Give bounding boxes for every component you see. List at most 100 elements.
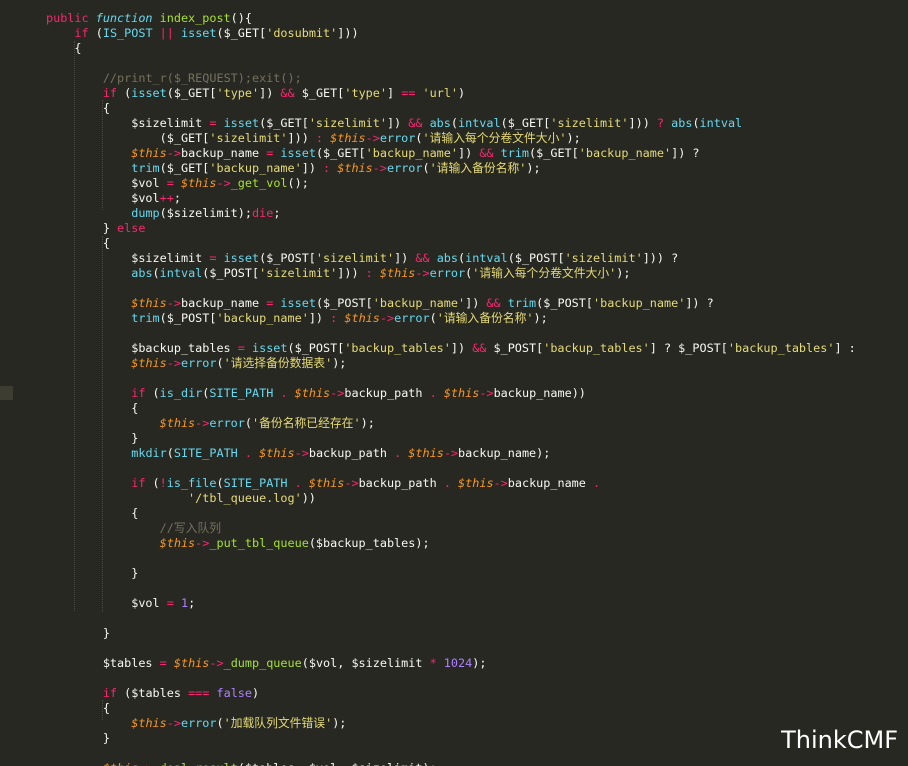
code-line[interactable]: if (!is_file(SITE_PATH . $this->backup_p… xyxy=(46,476,856,491)
code-line[interactable] xyxy=(46,581,856,596)
code-line[interactable]: if (isset($_GET['type']) && $_GET['type'… xyxy=(46,86,856,101)
code-token: dump xyxy=(131,206,160,220)
code-line[interactable] xyxy=(46,671,856,686)
code-line[interactable]: trim($_POST['backup_name']) : $this->err… xyxy=(46,311,856,326)
code-line[interactable]: { xyxy=(46,101,856,116)
code-line[interactable] xyxy=(46,611,856,626)
code-token: { xyxy=(46,236,110,250)
code-token: )) xyxy=(301,491,316,505)
code-token: ; xyxy=(273,206,281,220)
code-token: $sizelimit xyxy=(46,251,210,265)
code-token: die xyxy=(252,206,274,220)
code-line[interactable] xyxy=(46,641,856,656)
code-line[interactable]: $this->error('备份名称已经存在'); xyxy=(46,416,856,431)
code-line[interactable]: dump($sizelimit);die; xyxy=(46,206,856,221)
code-content[interactable]: public function index_post(){ if (IS_POS… xyxy=(46,11,856,766)
code-line[interactable]: $this->_put_tbl_queue($backup_tables); xyxy=(46,536,856,551)
code-line[interactable]: } else xyxy=(46,221,856,236)
code-line[interactable] xyxy=(46,56,856,71)
code-line[interactable]: ($_GET['sizelimit'])) : $this->error('请输… xyxy=(46,131,856,146)
code-token: '请输入每个分卷文件大小' xyxy=(472,266,617,280)
code-line[interactable]: '/tbl_queue.log')) xyxy=(46,491,856,506)
code-line[interactable]: abs(intval($_POST['sizelimit'])) : $this… xyxy=(46,266,856,281)
code-token: intval xyxy=(699,116,743,130)
code-line[interactable] xyxy=(46,281,856,296)
code-token: $this xyxy=(173,656,210,670)
code-editor[interactable]: public function index_post(){ if (IS_POS… xyxy=(0,0,908,766)
code-line[interactable]: { xyxy=(46,401,856,416)
code-token: SITE_PATH xyxy=(223,476,295,490)
code-line[interactable]: { xyxy=(46,41,856,56)
code-token: error xyxy=(394,311,430,325)
code-line[interactable]: } xyxy=(46,626,856,641)
code-line[interactable]: if (is_dir(SITE_PATH . $this->backup_pat… xyxy=(46,386,856,401)
code-token: = xyxy=(209,116,224,130)
code-line[interactable]: $sizelimit = isset($_POST['sizelimit']) … xyxy=(46,251,856,266)
code-line[interactable]: $this->_deal_result($tables, $vol, $size… xyxy=(46,761,856,766)
code-token: -> xyxy=(166,356,181,370)
code-line[interactable] xyxy=(46,551,856,566)
code-token: ( xyxy=(429,311,437,325)
code-line[interactable]: { xyxy=(46,236,856,251)
code-token: ( xyxy=(422,161,430,175)
code-line[interactable]: $this->backup_name = isset($_POST['backu… xyxy=(46,296,856,311)
code-line[interactable]: $sizelimit = isset($_GET['sizelimit']) &… xyxy=(46,116,856,131)
code-token: ]) xyxy=(259,86,281,100)
code-token: : xyxy=(330,311,345,325)
code-token: $this xyxy=(294,386,331,400)
code-token: = xyxy=(266,146,281,160)
code-line[interactable]: mkdir(SITE_PATH . $this->backup_path . $… xyxy=(46,446,856,461)
code-token: '请选择备份数据表' xyxy=(223,356,333,370)
code-line[interactable]: $vol = $this->_get_vol(); xyxy=(46,176,856,191)
editor-gutter[interactable] xyxy=(0,0,14,766)
code-line[interactable]: //print_r($_REQUEST);exit(); xyxy=(46,71,856,86)
code-token: 'backup_name' xyxy=(365,146,458,160)
code-line[interactable]: $backup_tables = isset($_POST['backup_ta… xyxy=(46,341,856,356)
code-line[interactable]: $this->backup_name = isset($_GET['backup… xyxy=(46,146,856,161)
code-token: ]) xyxy=(458,146,480,160)
code-token: ($_GET[ xyxy=(166,86,217,100)
code-token: . xyxy=(280,386,295,400)
code-line[interactable]: $tables = $this->_dump_queue($vol, $size… xyxy=(46,656,856,671)
code-line[interactable]: $vol++; xyxy=(46,191,856,206)
code-line[interactable]: { xyxy=(46,701,856,716)
code-token: error xyxy=(180,356,217,370)
code-token: (); xyxy=(287,176,309,190)
code-line[interactable] xyxy=(46,461,856,476)
code-line[interactable]: if (IS_POST || isset($_GET['dosubmit'])) xyxy=(46,26,856,41)
code-line[interactable]: //写入队列 xyxy=(46,521,856,536)
watermark-text: ThinkCMF xyxy=(781,726,898,754)
code-token: === xyxy=(188,686,217,700)
code-token: ! xyxy=(159,476,167,490)
code-token: intval xyxy=(159,266,203,280)
code-line[interactable]: if ($tables === false) xyxy=(46,686,856,701)
code-token: $this xyxy=(131,356,167,370)
code-line[interactable]: } xyxy=(46,731,856,746)
code-line[interactable]: } xyxy=(46,431,856,446)
code-line[interactable] xyxy=(46,371,856,386)
code-token: 'sizelimit' xyxy=(550,116,629,130)
code-token: . xyxy=(394,446,409,460)
code-line[interactable]: public function index_post(){ xyxy=(46,11,856,26)
code-line[interactable]: { xyxy=(46,506,856,521)
code-line[interactable]: trim($_GET['backup_name']) : $this->erro… xyxy=(46,161,856,176)
code-line[interactable] xyxy=(46,746,856,761)
code-token: ($_GET[ xyxy=(529,146,579,160)
code-token: ] xyxy=(386,86,402,100)
code-token: $this xyxy=(131,296,167,310)
code-token: abs xyxy=(429,116,451,130)
code-line[interactable]: } xyxy=(46,566,856,581)
code-line[interactable]: $this->error('请选择备份数据表'); xyxy=(46,356,856,371)
code-token: public xyxy=(46,11,96,25)
code-line[interactable]: $this->error('加载队列文件错误'); xyxy=(46,716,856,731)
code-token: && xyxy=(408,116,430,130)
code-line[interactable] xyxy=(46,326,856,341)
code-token: '备份名称已经存在' xyxy=(252,416,361,430)
code-line[interactable]: $vol = 1; xyxy=(46,596,856,611)
